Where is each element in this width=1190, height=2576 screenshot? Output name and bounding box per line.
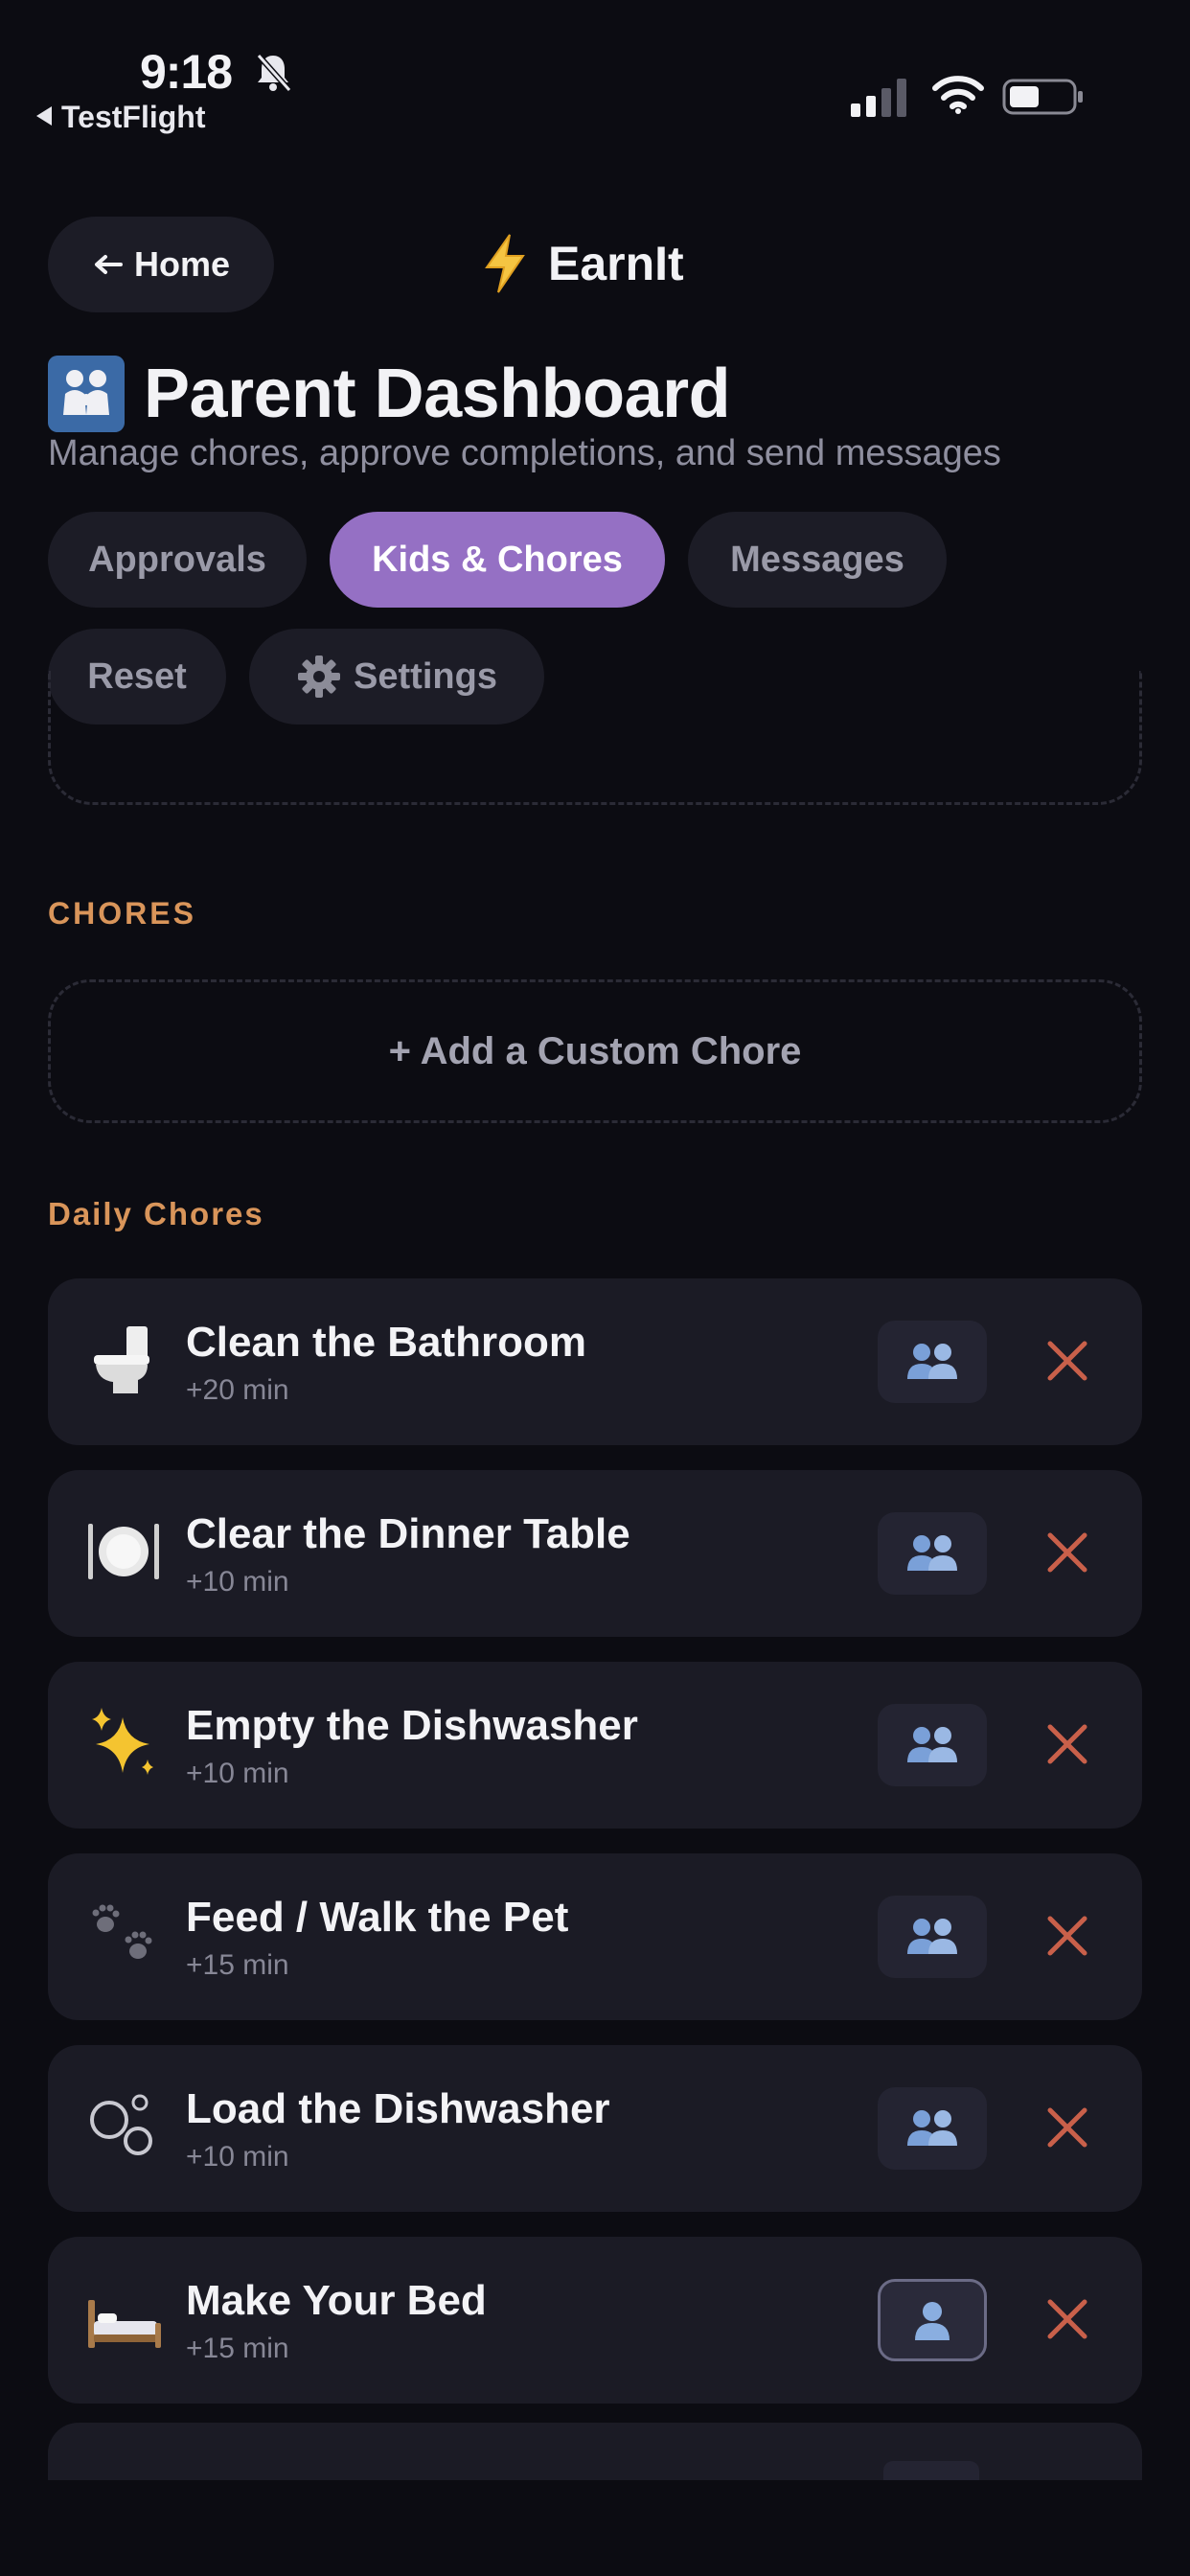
chore-row-partial xyxy=(48,2423,1142,2480)
page-subtitle: Manage chores, approve completions, and … xyxy=(48,433,1001,473)
delete-x-icon[interactable] xyxy=(1039,2099,1096,2156)
chore-row: Load the Dishwasher +10 min xyxy=(48,2045,1142,2212)
bubbles-icon xyxy=(90,2094,152,2155)
chores-section-heading: CHORES xyxy=(48,896,196,931)
home-button[interactable]: Home xyxy=(48,217,274,312)
back-to-testflight[interactable]: TestFlight xyxy=(36,100,206,135)
bell-muted-icon xyxy=(256,54,292,92)
bed-icon xyxy=(88,2300,161,2348)
add-custom-chore-button[interactable]: + Add a Custom Chore xyxy=(48,979,1142,1123)
bottom-edge xyxy=(0,2480,1190,2576)
delete-x-icon[interactable] xyxy=(1039,1907,1096,1965)
chore-reward: +15 min xyxy=(186,1949,289,1981)
chore-reward: +10 min xyxy=(186,1566,289,1598)
delete-x-icon[interactable] xyxy=(1039,1332,1096,1390)
two-people-icon xyxy=(907,1344,957,1379)
assign-kid-button[interactable] xyxy=(878,2279,987,2361)
tab-label: Messages xyxy=(730,539,904,580)
chore-reward: +10 min xyxy=(186,1758,289,1789)
two-people-icon xyxy=(907,1535,957,1571)
battery-icon xyxy=(1002,79,1083,115)
chore-row: Empty the Dishwasher +10 min xyxy=(48,1662,1142,1828)
delete-x-icon[interactable] xyxy=(1039,1715,1096,1773)
chore-row: Make Your Bed +15 min xyxy=(48,2237,1142,2404)
tab-label: Approvals xyxy=(88,539,266,580)
daily-chores-heading: Daily Chores xyxy=(48,1196,264,1231)
tab-messages[interactable]: Messages xyxy=(688,512,947,608)
chore-name: Feed / Walk the Pet xyxy=(186,1894,569,1941)
assign-button-partial xyxy=(883,2461,979,2480)
chore-reward: +15 min xyxy=(186,2333,289,2364)
delete-x-icon[interactable] xyxy=(1039,1524,1096,1581)
collapsed-panel-border xyxy=(48,671,1142,805)
chore-row: Clear the Dinner Table +10 min xyxy=(48,1470,1142,1637)
back-triangle-icon xyxy=(36,106,52,126)
status-time: 9:18 xyxy=(140,45,233,99)
chore-reward: +20 min xyxy=(186,1374,289,1406)
single-person-icon xyxy=(915,2302,950,2340)
page-title: Parent Dashboard xyxy=(144,356,731,432)
cellular-signal-icon xyxy=(851,79,906,117)
two-people-icon xyxy=(907,2110,957,2146)
assign-kids-button[interactable] xyxy=(878,1704,987,1786)
chore-name: Clear the Dinner Table xyxy=(186,1510,630,1557)
chore-name: Make Your Bed xyxy=(186,2277,487,2324)
delete-x-icon[interactable] xyxy=(1039,2290,1096,2348)
family-icon xyxy=(48,356,125,432)
chore-name: Load the Dishwasher xyxy=(186,2085,610,2132)
tab-approvals[interactable]: Approvals xyxy=(48,512,307,608)
chore-name: Clean the Bathroom xyxy=(186,1319,587,1366)
sparkles-icon xyxy=(92,1708,153,1775)
arrow-left-icon xyxy=(94,255,123,274)
assign-kids-button[interactable] xyxy=(878,2087,987,2170)
assign-kids-button[interactable] xyxy=(878,1321,987,1403)
assign-kids-button[interactable] xyxy=(878,1896,987,1978)
two-people-icon xyxy=(907,1727,957,1762)
wifi-icon xyxy=(932,76,984,114)
page-title-row: Parent Dashboard xyxy=(48,351,731,437)
toilet-icon xyxy=(94,1326,149,1393)
assign-kids-button[interactable] xyxy=(878,1512,987,1595)
two-people-icon xyxy=(907,1919,957,1954)
lightning-bolt-icon xyxy=(485,234,525,293)
chore-name: Empty the Dishwasher xyxy=(186,1702,638,1749)
paw-prints-icon xyxy=(92,1904,152,1959)
home-button-label: Home xyxy=(133,244,231,284)
app-brand: EarnIt xyxy=(479,230,684,297)
brand-name: EarnIt xyxy=(548,237,684,290)
tab-label: Kids & Chores xyxy=(372,539,623,580)
plate-icon xyxy=(88,1524,159,1579)
chore-row: Clean the Bathroom +20 min xyxy=(48,1278,1142,1445)
chore-row: Feed / Walk the Pet +15 min xyxy=(48,1853,1142,2020)
back-app-label: TestFlight xyxy=(61,100,206,134)
chore-reward: +10 min xyxy=(186,2141,289,2173)
tab-kids-and-chores[interactable]: Kids & Chores xyxy=(330,512,665,608)
